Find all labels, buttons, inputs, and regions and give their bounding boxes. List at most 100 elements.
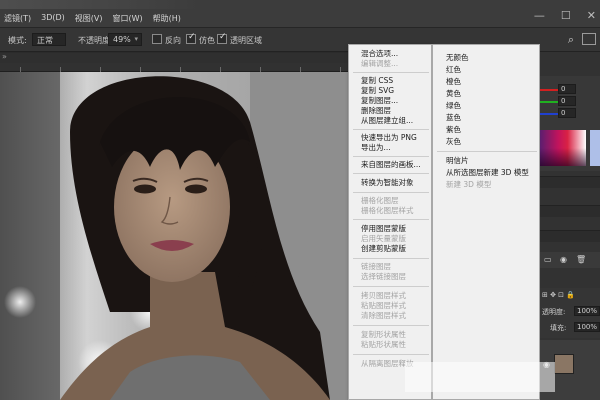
menu-item-delete-layer[interactable]: 删除图层 xyxy=(361,106,391,116)
delete-icon[interactable]: 🗑 xyxy=(576,255,586,264)
menu-item-copy-css[interactable]: 复制 CSS xyxy=(361,76,393,86)
camera-icon[interactable]: ◉ xyxy=(560,255,567,264)
menu-separator xyxy=(437,151,537,152)
dither-label: 仿色 xyxy=(199,36,215,45)
menu-bar: 滤镜(T) 3D(D) 视图(V) 窗口(W) 帮助(H) — ☐ ✕ xyxy=(0,0,600,28)
color-slider-red[interactable]: 0 xyxy=(540,84,600,95)
menu-item-enable-vector-mask[interactable]: 启用矢量蒙版 xyxy=(361,234,406,244)
menu-separator xyxy=(353,286,429,287)
search-icon[interactable]: ⌕ xyxy=(568,33,574,47)
reverse-label: 反向 xyxy=(165,36,181,45)
blue-bar xyxy=(540,113,558,115)
menu-separator xyxy=(353,156,429,157)
close-icon[interactable]: ✕ xyxy=(587,10,596,22)
window-title-blurred xyxy=(0,0,200,9)
horizontal-ruler xyxy=(0,63,348,72)
color-slider-blue[interactable]: 0 xyxy=(540,108,600,119)
menu-item-rasterize-layer-style[interactable]: 栅格化图层样式 xyxy=(361,206,414,216)
color-spectrum-shade xyxy=(540,148,586,166)
menu-item-rasterize-layer[interactable]: 栅格化图层 xyxy=(361,196,399,206)
red-bar xyxy=(540,89,558,91)
menu-item-edit-adjustment[interactable]: 编辑调整... xyxy=(361,59,398,69)
layers-panel-toolbar: ▭ ◉ 🗑 xyxy=(540,252,600,268)
new-group-icon[interactable]: ▭ xyxy=(544,255,552,264)
menu-item-create-clipping-mask[interactable]: 创建剪贴蒙版 xyxy=(361,244,406,254)
menu-item-postcard[interactable]: 明信片 xyxy=(446,156,469,166)
chevron-right-icon[interactable]: » xyxy=(2,52,7,61)
document-canvas[interactable] xyxy=(0,72,348,400)
menu-help[interactable]: 帮助(H) xyxy=(153,13,181,24)
reverse-checkbox[interactable] xyxy=(152,34,162,44)
layer-fill-value[interactable]: 100% xyxy=(574,322,600,332)
menu-item-new-3d-from-layer[interactable]: 从所选图层新建 3D 模型 xyxy=(446,168,529,178)
fill-label: 填充: xyxy=(550,324,567,332)
transparency-label: 透明区域 xyxy=(230,36,262,45)
menu-item-gray[interactable]: 灰色 xyxy=(446,137,461,147)
document-tab-strip: » xyxy=(0,52,348,63)
watermark-overlay xyxy=(405,362,555,392)
layer-context-menu: 混合选项... 编辑调整... 复制 CSS 复制 SVG 复制图层... 删除… xyxy=(348,44,432,400)
layer-opacity-value[interactable]: 100% xyxy=(574,306,600,316)
menu-item-red[interactable]: 红色 xyxy=(446,65,461,75)
menu-item-copy-shape-attributes[interactable]: 复制形状属性 xyxy=(361,330,406,340)
menu-item-copy-layer-style[interactable]: 拷贝图层样式 xyxy=(361,291,406,301)
dither-checkbox[interactable] xyxy=(186,32,196,44)
menu-item-new-3d-model[interactable]: 新建 3D 模型 xyxy=(446,180,491,190)
color-slider-green[interactable]: 0 xyxy=(540,96,600,107)
menu-item-no-color[interactable]: 无颜色 xyxy=(446,53,469,63)
menu-separator xyxy=(353,129,429,130)
menu-item-artboard-from-layers[interactable]: 来自图层的画板... xyxy=(361,160,421,170)
menu-item-group-from-layers[interactable]: 从图层建立组... xyxy=(361,116,413,126)
workspace-icon[interactable] xyxy=(582,33,596,45)
menu-item-disable-layer-mask[interactable]: 停用图层蒙版 xyxy=(361,224,406,234)
menu-item-blue[interactable]: 蓝色 xyxy=(446,113,461,123)
menu-item-duplicate-layer[interactable]: 复制图层... xyxy=(361,96,398,106)
menu-item-copy-svg[interactable]: 复制 SVG xyxy=(361,86,394,96)
menu-separator xyxy=(353,192,429,193)
mode-select[interactable]: 正常 xyxy=(32,33,66,46)
menu-item-green[interactable]: 绿色 xyxy=(446,101,461,111)
menu-item-blending-options[interactable]: 混合选项... xyxy=(361,49,398,59)
red-value[interactable]: 0 xyxy=(558,84,576,94)
panel-divider xyxy=(540,176,600,188)
transparency-checkbox[interactable] xyxy=(217,32,227,44)
opacity-input[interactable]: 49% ▾ xyxy=(108,33,142,46)
menu-separator xyxy=(353,325,429,326)
menu-item-select-linked-layers[interactable]: 选择链接图层 xyxy=(361,272,406,282)
menu-item-yellow[interactable]: 黄色 xyxy=(446,89,461,99)
chevron-down-icon[interactable]: ▾ xyxy=(134,35,138,43)
menu-separator xyxy=(353,173,429,174)
menu-item-quick-export-png[interactable]: 快速导出为 PNG xyxy=(361,133,417,143)
color-submenu: 无颜色 红色 橙色 黄色 绿色 蓝色 紫色 灰色 明信片 从所选图层新建 3D … xyxy=(432,44,540,400)
layer-thumbnail xyxy=(554,354,574,374)
menu-3d[interactable]: 3D(D) xyxy=(41,13,65,24)
maximize-icon[interactable]: ☐ xyxy=(561,10,571,22)
lock-icons[interactable]: ⊞ ✥ ⊡ 🔒 xyxy=(542,291,575,299)
menu-item-link-layers[interactable]: 链接图层 xyxy=(361,262,391,272)
green-value[interactable]: 0 xyxy=(558,96,576,106)
mode-value: 正常 xyxy=(37,36,53,45)
menu-item-clear-layer-style[interactable]: 清除图层样式 xyxy=(361,311,406,321)
menu-item-orange[interactable]: 橙色 xyxy=(446,77,461,87)
green-bar xyxy=(540,101,558,103)
menu-filter[interactable]: 滤镜(T) xyxy=(4,13,31,24)
menu-separator xyxy=(353,258,429,259)
menu-separator xyxy=(353,72,429,73)
menu-window[interactable]: 窗口(W) xyxy=(113,13,143,24)
panel-divider xyxy=(540,230,600,242)
menu-item-paste-shape-attributes[interactable]: 粘贴形状属性 xyxy=(361,340,406,350)
menu-items: 滤镜(T) 3D(D) 视图(V) 窗口(W) 帮助(H) xyxy=(0,13,181,24)
menu-item-violet[interactable]: 紫色 xyxy=(446,125,461,135)
menu-view[interactable]: 视图(V) xyxy=(75,13,103,24)
menu-item-convert-smart-object[interactable]: 转换为智能对象 xyxy=(361,178,414,188)
color-swatch[interactable] xyxy=(590,130,600,166)
portrait-photo xyxy=(0,72,348,400)
window-controls: — ☐ ✕ xyxy=(534,10,596,22)
minimize-icon[interactable]: — xyxy=(534,10,545,22)
blue-value[interactable]: 0 xyxy=(558,108,576,118)
layers-options: ⊞ ✥ ⊡ 🔒 透明度: 100% 填充: 100% xyxy=(540,288,600,338)
menu-item-export-as[interactable]: 导出为... xyxy=(361,143,391,153)
menu-separator xyxy=(353,219,429,220)
menu-item-paste-layer-style[interactable]: 粘贴图层样式 xyxy=(361,301,406,311)
panel-divider xyxy=(540,205,600,217)
